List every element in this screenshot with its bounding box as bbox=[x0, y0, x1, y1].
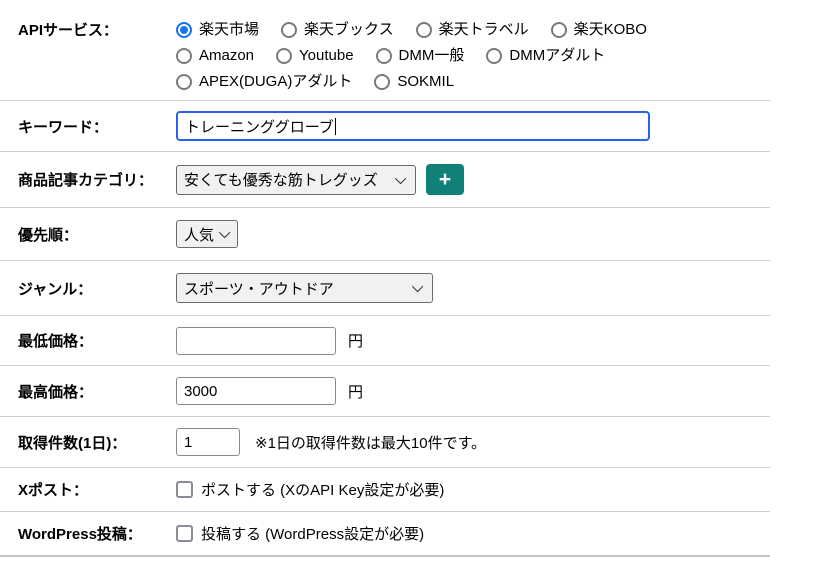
rakuten-kobo-radio[interactable] bbox=[551, 22, 567, 38]
form-row-priority: 優先順： 人気 bbox=[0, 208, 770, 261]
radio-line-2: Amazon Youtube DMM一般 DMMアダルト bbox=[176, 45, 770, 67]
keyword-input[interactable]: トレーニンググローブ bbox=[176, 111, 650, 141]
dmm-general-radio[interactable] bbox=[376, 48, 392, 64]
priority-select[interactable]: 人気 bbox=[176, 220, 238, 248]
radio-label: DMMアダルト bbox=[509, 45, 605, 67]
wordpress-checkbox-label: 投稿する (WordPress設定が必要) bbox=[201, 523, 424, 544]
form-row-x-post: Xポスト： ポストする (XのAPI Key設定が必要) bbox=[0, 468, 770, 512]
genre-selected-value: スポーツ・アウトドア bbox=[184, 278, 334, 299]
text-caret bbox=[335, 118, 336, 135]
min-price-label: 最低価格： bbox=[0, 330, 176, 351]
max-price-input[interactable] bbox=[176, 377, 336, 405]
radio-label: SOKMIL bbox=[397, 71, 454, 93]
max-price-unit: 円 bbox=[348, 381, 363, 402]
radio-label: APEX(DUGA)アダルト bbox=[199, 71, 352, 93]
wordpress-checkbox[interactable] bbox=[176, 525, 193, 542]
priority-label: 優先順： bbox=[0, 224, 176, 245]
chevron-down-icon bbox=[219, 227, 230, 238]
apex-duga-adult-radio[interactable] bbox=[176, 74, 192, 90]
radio-option-rakuten-books[interactable]: 楽天ブックス bbox=[281, 19, 394, 41]
chevron-down-icon bbox=[395, 172, 406, 183]
radio-option-rakuten-kobo[interactable]: 楽天KOBO bbox=[551, 19, 647, 41]
form-row-fetch-count: 取得件数(1日)： ※1日の取得件数は最大10件です。 bbox=[0, 417, 770, 468]
radio-line-1: 楽天市場 楽天ブックス 楽天トラベル 楽天KOBO bbox=[176, 19, 770, 41]
min-price-unit: 円 bbox=[348, 330, 363, 351]
radio-label: Amazon bbox=[199, 45, 254, 67]
form-row-category: 商品記事カテゴリ： 安くても優秀な筋トレグッズ + bbox=[0, 152, 770, 208]
category-select[interactable]: 安くても優秀な筋トレグッズ bbox=[176, 165, 416, 195]
radio-label: DMM一般 bbox=[399, 45, 465, 67]
radio-label: Youtube bbox=[299, 45, 354, 67]
youtube-radio[interactable] bbox=[276, 48, 292, 64]
add-category-button[interactable]: + bbox=[426, 164, 464, 195]
api-service-label: APIサービス： bbox=[0, 19, 176, 40]
chevron-down-icon bbox=[412, 281, 423, 292]
radio-label: 楽天KOBO bbox=[574, 19, 647, 41]
x-post-checkbox-item[interactable]: ポストする (XのAPI Key設定が必要) bbox=[176, 479, 444, 500]
x-post-checkbox-label: ポストする (XのAPI Key設定が必要) bbox=[201, 479, 444, 500]
radio-option-dmm-adult[interactable]: DMMアダルト bbox=[486, 45, 605, 67]
max-price-label: 最高価格： bbox=[0, 381, 176, 402]
radio-line-3: APEX(DUGA)アダルト SOKMIL bbox=[176, 71, 770, 93]
radio-option-rakuten-travel[interactable]: 楽天トラベル bbox=[416, 19, 529, 41]
form-row-genre: ジャンル： スポーツ・アウトドア bbox=[0, 261, 770, 316]
fetch-count-label: 取得件数(1日)： bbox=[0, 432, 176, 453]
plus-icon: + bbox=[439, 169, 451, 190]
fetch-count-note: ※1日の取得件数は最大10件です。 bbox=[255, 432, 486, 453]
genre-label: ジャンル： bbox=[0, 278, 176, 299]
rakuten-travel-radio[interactable] bbox=[416, 22, 432, 38]
form-row-min-price: 最低価格： 円 bbox=[0, 316, 770, 366]
radio-label: 楽天ブックス bbox=[304, 19, 394, 41]
radio-option-apex-duga-adult[interactable]: APEX(DUGA)アダルト bbox=[176, 71, 352, 93]
radio-option-amazon[interactable]: Amazon bbox=[176, 45, 254, 67]
form-row-max-price: 最高価格： 円 bbox=[0, 366, 770, 417]
priority-selected-value: 人気 bbox=[184, 224, 214, 245]
wordpress-checkbox-item[interactable]: 投稿する (WordPress設定が必要) bbox=[176, 523, 424, 544]
category-selected-value: 安くても優秀な筋トレグッズ bbox=[184, 169, 378, 190]
api-settings-form: APIサービス： 楽天市場 楽天ブックス 楽天トラベル 楽天KOBO bbox=[0, 0, 770, 557]
genre-select[interactable]: スポーツ・アウトドア bbox=[176, 273, 433, 303]
form-row-api-service: APIサービス： 楽天市場 楽天ブックス 楽天トラベル 楽天KOBO bbox=[0, 0, 770, 101]
rakuten-books-radio[interactable] bbox=[281, 22, 297, 38]
api-service-radio-group: 楽天市場 楽天ブックス 楽天トラベル 楽天KOBO Amaz bbox=[176, 19, 770, 93]
dmm-adult-radio[interactable] bbox=[486, 48, 502, 64]
radio-label: 楽天市場 bbox=[199, 19, 259, 41]
radio-option-youtube[interactable]: Youtube bbox=[276, 45, 354, 67]
x-post-checkbox[interactable] bbox=[176, 481, 193, 498]
amazon-radio[interactable] bbox=[176, 48, 192, 64]
radio-option-dmm-general[interactable]: DMM一般 bbox=[376, 45, 465, 67]
wordpress-post-label: WordPress投稿： bbox=[0, 523, 176, 544]
form-row-wordpress-post: WordPress投稿： 投稿する (WordPress設定が必要) bbox=[0, 512, 770, 557]
category-label: 商品記事カテゴリ： bbox=[0, 169, 176, 190]
x-post-label: Xポスト： bbox=[0, 479, 176, 500]
radio-option-sokmil[interactable]: SOKMIL bbox=[374, 71, 454, 93]
rakuten-ichiba-radio[interactable] bbox=[176, 22, 192, 38]
radio-label: 楽天トラベル bbox=[439, 19, 529, 41]
min-price-input[interactable] bbox=[176, 327, 336, 355]
fetch-count-input[interactable] bbox=[176, 428, 240, 456]
form-row-keyword: キーワード： トレーニンググローブ bbox=[0, 101, 770, 152]
radio-option-rakuten-ichiba[interactable]: 楽天市場 bbox=[176, 19, 259, 41]
keyword-label: キーワード： bbox=[0, 116, 176, 137]
keyword-value: トレーニンググローブ bbox=[185, 116, 334, 137]
sokmil-radio[interactable] bbox=[374, 74, 390, 90]
